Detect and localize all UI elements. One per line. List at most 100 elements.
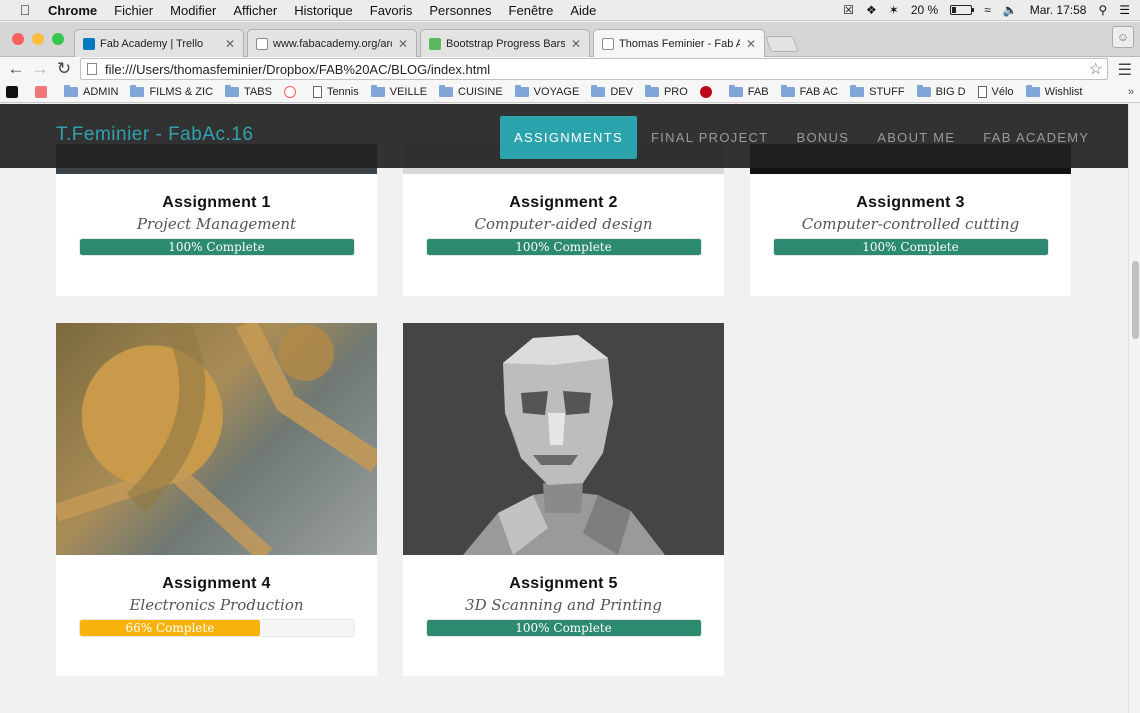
menu-modifier[interactable]: Modifier (170, 3, 216, 18)
forward-arrow-icon[interactable]: → (28, 59, 52, 79)
bookmark-folder-veille[interactable]: VEILLE (370, 84, 427, 98)
nav-about-me[interactable]: ABOUT ME (863, 116, 969, 159)
menu-historique[interactable]: Historique (294, 3, 353, 18)
site-nav-links: ASSIGNMENTS FINAL PROJECT BONUS ABOUT ME… (500, 116, 1103, 159)
tab-thomas-feminier[interactable]: Thomas Feminier - Fab Ac ✕ (593, 29, 765, 58)
bookmark-folder-tabs[interactable]: TABS (225, 84, 272, 98)
folder-icon (225, 84, 240, 97)
menu-fichier[interactable]: Fichier (114, 3, 153, 18)
notion-icon (6, 85, 18, 98)
tab-title: Fab Academy | Trello (100, 37, 204, 50)
site-brand-link[interactable]: T.Feminier - FabAc.16 (56, 124, 253, 146)
reload-icon[interactable]: ↻ (52, 59, 76, 79)
folder-icon (514, 84, 529, 97)
close-tab-icon[interactable]: ✕ (398, 37, 408, 51)
browser-tab-strip: Fab Academy | Trello ✕ www.fabacademy.or… (0, 22, 1140, 58)
low-poly-bust-image (403, 323, 724, 555)
scrollbar-thumb[interactable] (1132, 261, 1139, 339)
airbnb-icon (283, 85, 296, 98)
bookmarks-overflow-button[interactable]: » (1128, 86, 1134, 98)
close-tab-icon[interactable]: ✕ (746, 37, 756, 51)
bookmark-folder-films-zic[interactable]: FILMS & ZIC (130, 84, 213, 98)
bookmark-airbnb[interactable] (283, 85, 301, 98)
url-text[interactable]: file:///Users/thomasfeminier/Dropbox/FAB… (105, 62, 490, 77)
nav-assignments[interactable]: ASSIGNMENTS (500, 116, 637, 159)
folder-icon (1025, 84, 1040, 97)
browser-toolbar: ← → ↻ file:///Users/thomasfeminier/Dropb… (0, 57, 1140, 81)
bookmark-pinterest[interactable] (699, 85, 717, 98)
address-bar[interactable]: file:///Users/thomasfeminier/Dropbox/FAB… (80, 58, 1108, 80)
assignment-title: Assignment 5 (509, 575, 618, 592)
assignment-subtitle: Computer-aided design (474, 215, 653, 233)
sync-icon[interactable]: ✶ (889, 3, 899, 17)
bookmark-folder-fab[interactable]: FAB (728, 84, 769, 98)
close-window-button[interactable] (12, 33, 24, 45)
tab-trello[interactable]: Fab Academy | Trello ✕ (74, 29, 244, 57)
tab-bootstrap-progress[interactable]: Bootstrap Progress Bars ✕ (420, 29, 590, 57)
minimize-window-button[interactable] (32, 33, 44, 45)
bookmark-folder-cuisine[interactable]: CUISINE (439, 84, 503, 98)
bookmark-folder-stuff[interactable]: STUFF (850, 84, 905, 98)
new-tab-button[interactable] (765, 36, 799, 52)
bookmark-folder-admin[interactable]: ADMIN (64, 84, 118, 98)
tab-fabacademy-archive[interactable]: www.fabacademy.org/archi ✕ (247, 29, 417, 57)
dropbox-icon[interactable]: ❖ (866, 3, 877, 17)
bookmark-folder-big-d[interactable]: BIG D (916, 84, 966, 98)
progress-fill: 100% Complete (79, 239, 354, 255)
notification-status-icon[interactable]: ☒ (843, 3, 854, 17)
folder-icon (916, 84, 931, 97)
clock[interactable]: Mar. 17:58 (1030, 3, 1087, 17)
bookmark-folder-fab-ac[interactable]: FAB AC (780, 84, 838, 98)
document-icon (312, 85, 322, 98)
low-poly-bust (463, 335, 665, 555)
menu-favoris[interactable]: Favoris (370, 3, 413, 18)
bookmark-image[interactable] (35, 85, 52, 98)
assignment-title: Assignment 3 (856, 194, 965, 211)
pcb-traces (56, 323, 377, 555)
notification-center-icon[interactable]: ☰ (1119, 3, 1130, 17)
wifi-icon[interactable]: ≈ (984, 3, 991, 17)
image-bookmark-icon (35, 85, 47, 98)
bookmark-star-icon[interactable]: ☆ (1089, 59, 1103, 79)
battery-icon[interactable] (950, 5, 975, 15)
nav-fab-academy[interactable]: FAB ACADEMY (969, 116, 1103, 159)
assignment-card-4[interactable]: Assignment 4 Electronics Production 66% … (56, 323, 377, 676)
profile-icon[interactable]: ☺ (1112, 26, 1134, 48)
macos-menu-bar:  Chrome Fichier Modifier Afficher Histo… (0, 0, 1140, 21)
close-tab-icon[interactable]: ✕ (225, 37, 235, 51)
progress-bar: 100% Complete (425, 619, 702, 637)
menu-chrome[interactable]: Chrome (48, 3, 97, 18)
menu-personnes[interactable]: Personnes (429, 3, 491, 18)
menu-afficher[interactable]: Afficher (233, 3, 277, 18)
zoom-window-button[interactable] (52, 33, 64, 45)
progress-bar: 100% Complete (772, 238, 1049, 256)
tab-title: Thomas Feminier - Fab Ac (619, 38, 740, 50)
bookmark-folder-wishlist[interactable]: Wishlist (1025, 84, 1082, 98)
bookmarks-bar: ADMIN FILMS & ZIC TABS Tennis VEILLE CUI… (0, 81, 1140, 103)
menu-fenetre[interactable]: Fenêtre (509, 3, 554, 18)
assignment-title: Assignment 1 (162, 194, 271, 211)
progress-fill: 66% Complete (79, 620, 261, 636)
assignment-subtitle: Project Management (136, 215, 297, 233)
bookmark-notion[interactable] (6, 85, 23, 98)
spotlight-search-icon[interactable]: ⚲ (1098, 3, 1107, 17)
volume-icon[interactable]: 🔈 (1003, 3, 1018, 17)
document-icon (977, 85, 987, 98)
assignment-card-5[interactable]: Assignment 5 3D Scanning and Printing 10… (403, 323, 724, 676)
nav-final-project[interactable]: FINAL PROJECT (637, 116, 783, 159)
close-tab-icon[interactable]: ✕ (571, 37, 581, 51)
page-scrollbar[interactable] (1128, 104, 1140, 713)
back-arrow-icon[interactable]: ← (4, 59, 28, 79)
bookmark-folder-pro[interactable]: PRO (644, 84, 688, 98)
menu-aide[interactable]: Aide (570, 3, 596, 18)
site-navbar: T.Feminier - FabAc.16 ASSIGNMENTS FINAL … (0, 104, 1128, 168)
bookmark-folder-dev[interactable]: DEV (591, 84, 633, 98)
folder-icon (439, 84, 454, 97)
bookmark-tennis[interactable]: Tennis (312, 85, 359, 98)
bookmark-velo[interactable]: Vélo (977, 85, 1014, 98)
bookmark-folder-voyage[interactable]: VOYAGE (514, 84, 579, 98)
nav-bonus[interactable]: BONUS (782, 116, 863, 159)
page-viewport: Assignment 1 Project Management 100% Com… (0, 104, 1140, 713)
apple-icon[interactable]:  (16, 2, 34, 18)
chrome-menu-icon[interactable]: ☰ (1118, 60, 1132, 80)
